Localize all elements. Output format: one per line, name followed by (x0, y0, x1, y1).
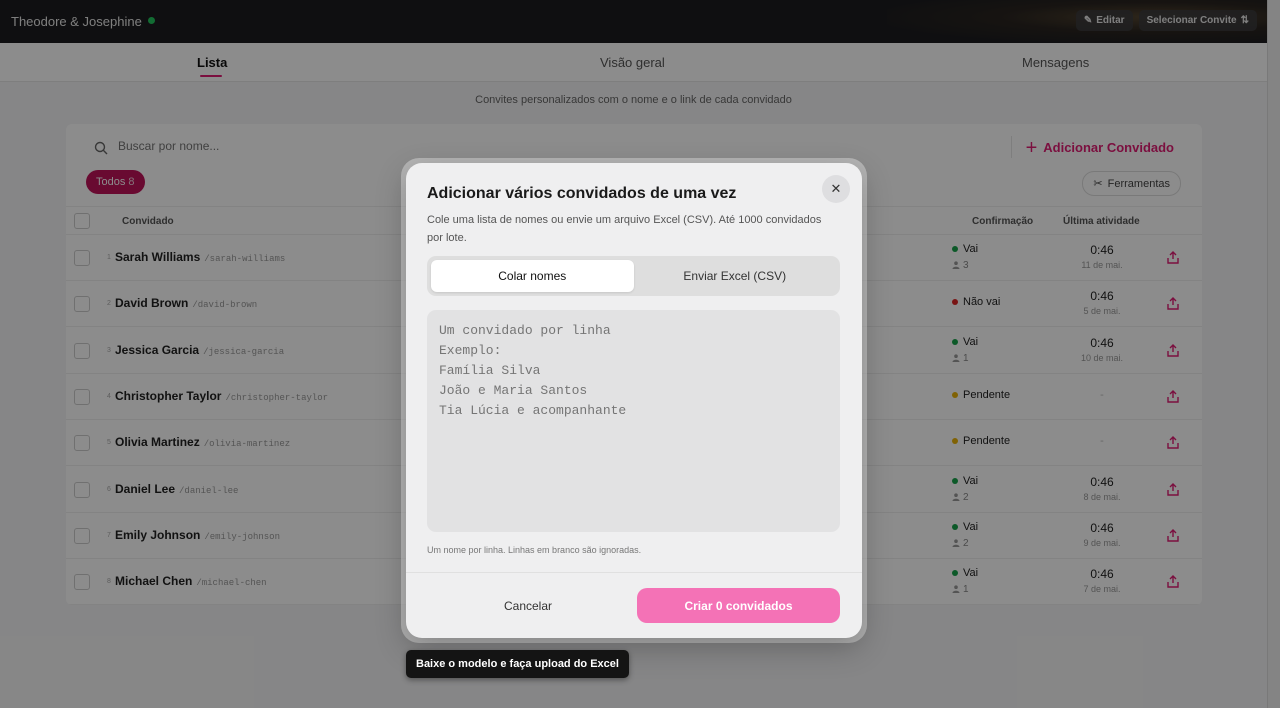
modal-divider (406, 572, 862, 573)
create-guests-button[interactable]: Criar 0 convidados (637, 588, 840, 623)
cancel-button[interactable]: Cancelar (427, 588, 629, 623)
input-mode-toggle: Colar nomes Enviar Excel (CSV) (427, 256, 840, 296)
bulk-add-modal: Adicionar vários convidados de uma vez ✕… (406, 163, 862, 638)
names-textarea[interactable] (427, 310, 840, 532)
close-icon[interactable]: ✕ (822, 175, 850, 203)
tab-upload-excel[interactable]: Enviar Excel (CSV) (634, 260, 837, 292)
tab-paste-names[interactable]: Colar nomes (431, 260, 634, 292)
modal-title: Adicionar vários convidados de uma vez (427, 185, 737, 202)
upload-tooltip: Baixe o modelo e faça upload do Excel (406, 650, 629, 678)
modal-description: Cole uma lista de nomes ou envie um arqu… (427, 214, 822, 244)
textarea-hint: Um nome por linha. Linhas em branco são … (427, 545, 642, 555)
